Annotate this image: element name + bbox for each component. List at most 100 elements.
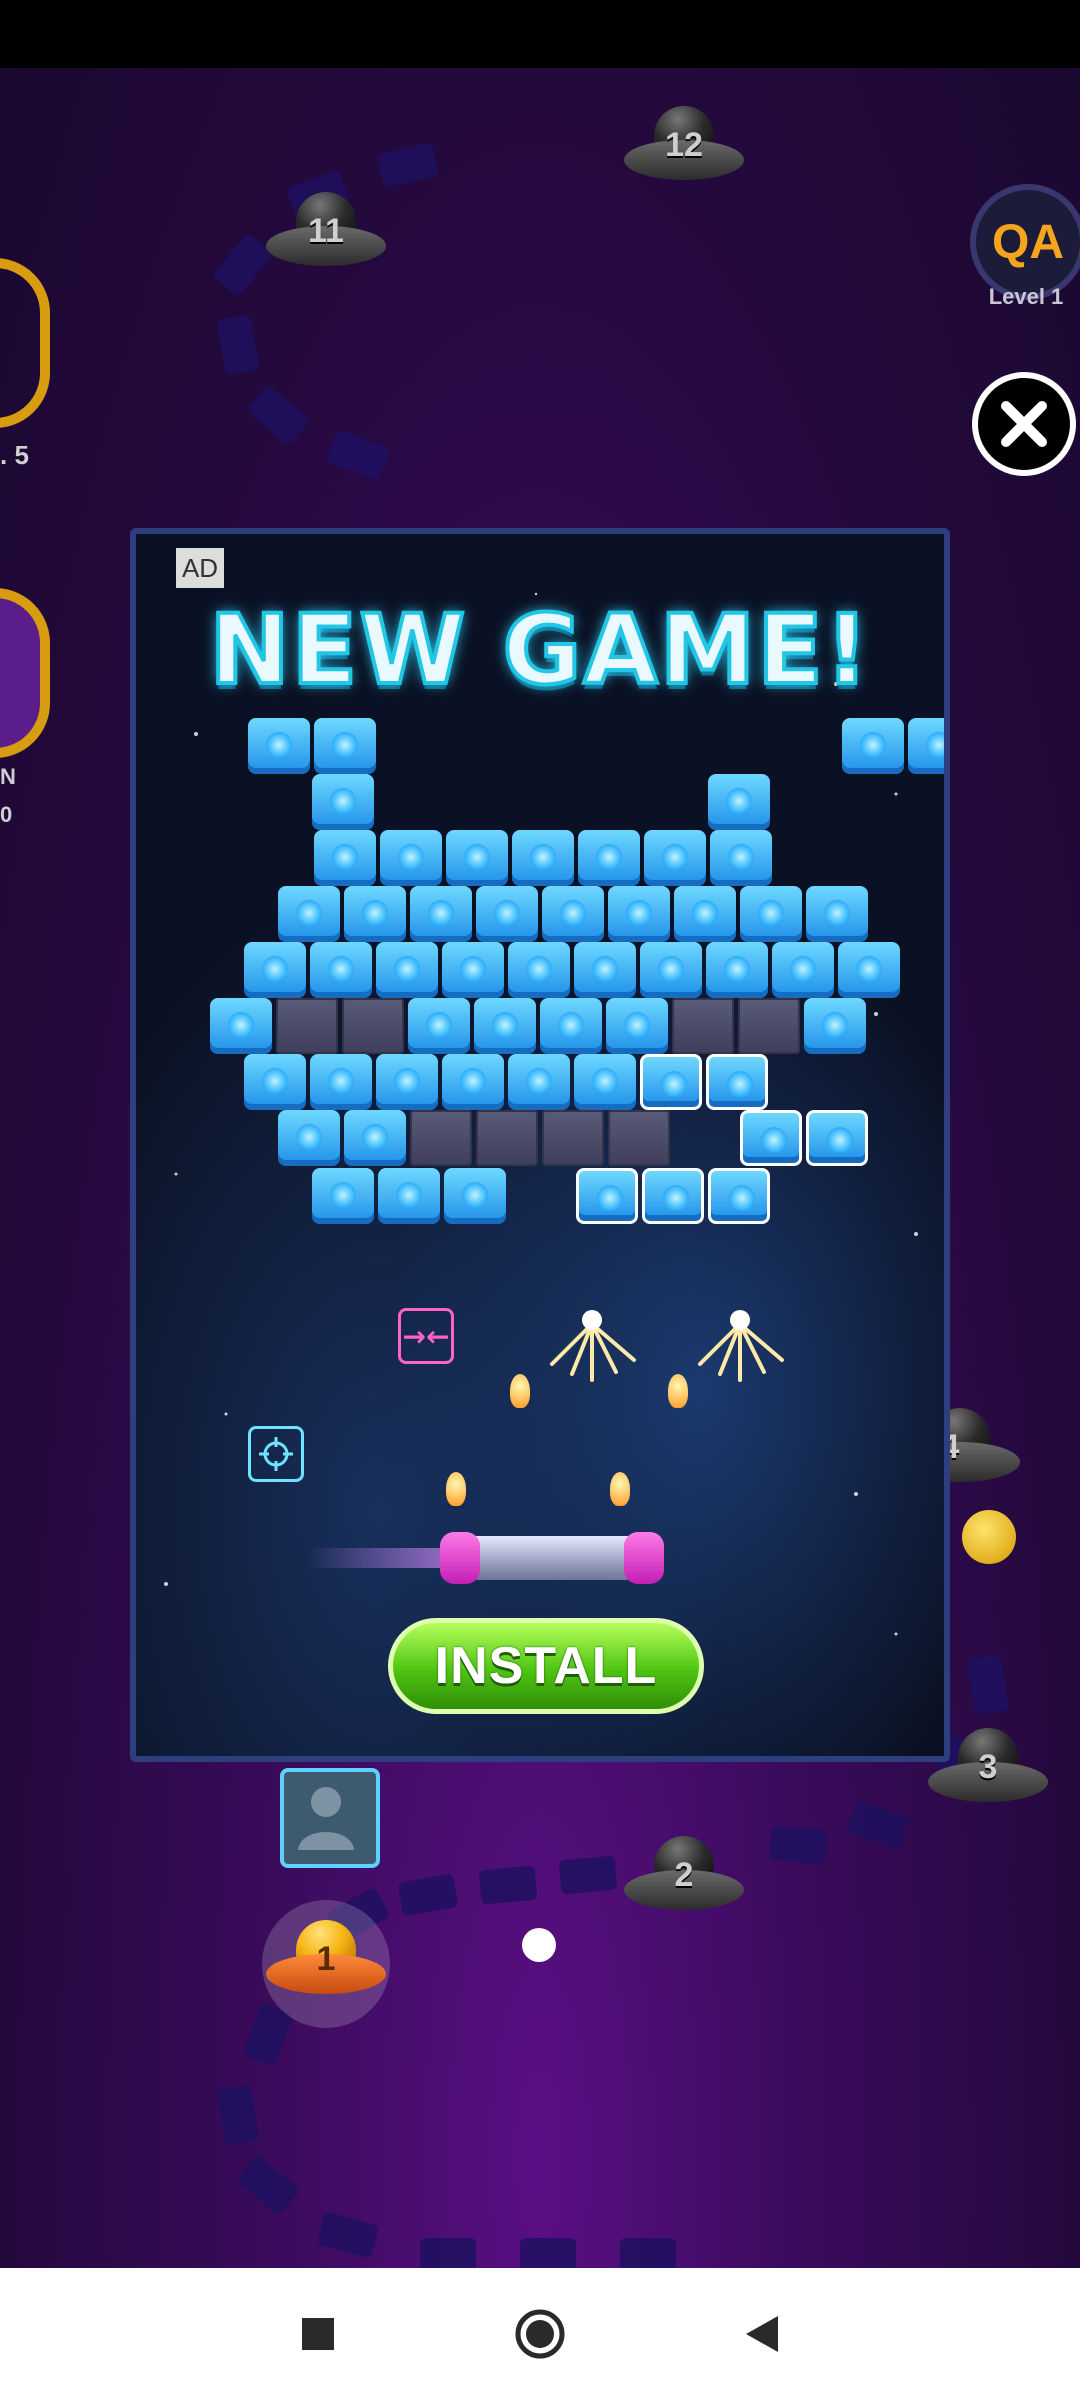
level-node-11[interactable]: 11 — [266, 192, 386, 274]
left-event-ring-2[interactable] — [0, 588, 50, 758]
crosshair-icon — [248, 1426, 304, 1482]
ice-brick — [314, 830, 376, 886]
ice-brick — [310, 942, 372, 998]
stone-block — [410, 1110, 472, 1166]
ice-brick — [706, 1054, 768, 1110]
ice-brick — [640, 1054, 702, 1110]
ice-brick — [606, 998, 668, 1054]
ice-brick — [740, 1110, 802, 1166]
home-button[interactable] — [508, 2302, 572, 2366]
ice-brick — [380, 830, 442, 886]
ice-brick — [540, 998, 602, 1054]
ice-brick — [408, 998, 470, 1054]
stone-block — [342, 998, 404, 1054]
spark-effect — [698, 1310, 784, 1382]
level-number: 12 — [665, 126, 703, 164]
close-ad-button[interactable] — [972, 372, 1076, 476]
ice-brick — [640, 942, 702, 998]
ice-brick — [642, 1168, 704, 1224]
ice-brick — [410, 886, 472, 942]
ice-brick — [376, 942, 438, 998]
ice-brick — [312, 1168, 374, 1224]
ice-brick — [804, 998, 866, 1054]
ice-brick — [806, 1110, 868, 1166]
ice-brick — [314, 718, 376, 774]
level-number: 1 — [316, 1940, 336, 1978]
ice-brick — [740, 886, 802, 942]
ice-brick — [578, 830, 640, 886]
ice-brick — [908, 718, 944, 774]
bullet — [446, 1472, 466, 1506]
ice-brick — [508, 942, 570, 998]
ice-brick — [344, 1110, 406, 1166]
ice-brick — [708, 1168, 770, 1224]
ice-brick — [442, 1054, 504, 1110]
paddle — [440, 1532, 664, 1584]
ice-brick — [706, 942, 768, 998]
recent-apps-button[interactable] — [286, 2302, 350, 2366]
stone-block — [476, 1110, 538, 1166]
ice-brick — [474, 998, 536, 1054]
bullet — [668, 1374, 688, 1408]
ice-brick — [508, 1054, 570, 1110]
ice-brick — [576, 1168, 638, 1224]
left-event-text-1: . 5 — [0, 440, 29, 470]
spark-effect — [550, 1310, 636, 1382]
bullet — [610, 1472, 630, 1506]
paddle-trail — [306, 1548, 456, 1568]
level-node-2[interactable]: 2 — [624, 1836, 744, 1918]
level-number: 11 — [308, 212, 344, 250]
stone-block — [276, 998, 338, 1054]
ice-brick — [278, 1110, 340, 1166]
ice-brick — [278, 886, 340, 942]
ice-brick — [542, 886, 604, 942]
install-button[interactable]: INSTALL — [388, 1618, 704, 1714]
ice-brick — [310, 1054, 372, 1110]
profile-initials: QA — [992, 215, 1064, 269]
ice-brick — [608, 886, 670, 942]
ice-brick — [574, 942, 636, 998]
ice-brick — [378, 1168, 440, 1224]
level-node-12[interactable]: 12 — [624, 106, 744, 188]
ad-badge: AD — [176, 548, 224, 588]
ice-brick — [476, 886, 538, 942]
ice-brick — [644, 830, 706, 886]
ice-brick — [806, 886, 868, 942]
back-icon — [746, 2316, 778, 2352]
ice-brick — [574, 1054, 636, 1110]
bullet — [510, 1374, 530, 1408]
close-icon — [1001, 401, 1047, 447]
level-number: 2 — [674, 1856, 694, 1894]
profile-level: Level 1 — [988, 284, 1064, 309]
ice-brick — [244, 942, 306, 998]
ice-brick — [512, 830, 574, 886]
ice-brick — [710, 830, 772, 886]
profile-avatar[interactable]: QA — [970, 184, 1080, 300]
ice-brick — [344, 886, 406, 942]
level-node-1[interactable]: 1 — [262, 1900, 390, 2028]
ad-title: NEW GAME! — [207, 592, 871, 708]
ice-brick — [446, 830, 508, 886]
stone-block — [608, 1110, 670, 1166]
position-indicator-dot — [522, 1928, 556, 1962]
ad-creative[interactable]: AD NEW GAME! →← INSTALL — [130, 528, 950, 1762]
ice-brick — [210, 998, 272, 1054]
coin-icon — [962, 1510, 1016, 1564]
ice-brick — [442, 942, 504, 998]
ice-brick — [376, 1054, 438, 1110]
recent-apps-icon — [302, 2318, 334, 2350]
ice-brick — [244, 1054, 306, 1110]
ice-brick — [842, 718, 904, 774]
ice-brick — [838, 942, 900, 998]
left-event-text-3: 0 — [0, 802, 13, 827]
left-event-ring-1[interactable] — [0, 258, 50, 428]
navigation-bar — [0, 2268, 1080, 2400]
ice-brick — [444, 1168, 506, 1224]
shrink-arrows-icon: →← — [398, 1308, 454, 1364]
stone-block — [542, 1110, 604, 1166]
ice-brick — [674, 886, 736, 942]
back-button[interactable] — [730, 2302, 794, 2366]
player-avatar-thumbnail[interactable] — [280, 1768, 380, 1868]
status-bar — [0, 0, 1080, 68]
stone-block — [672, 998, 734, 1054]
